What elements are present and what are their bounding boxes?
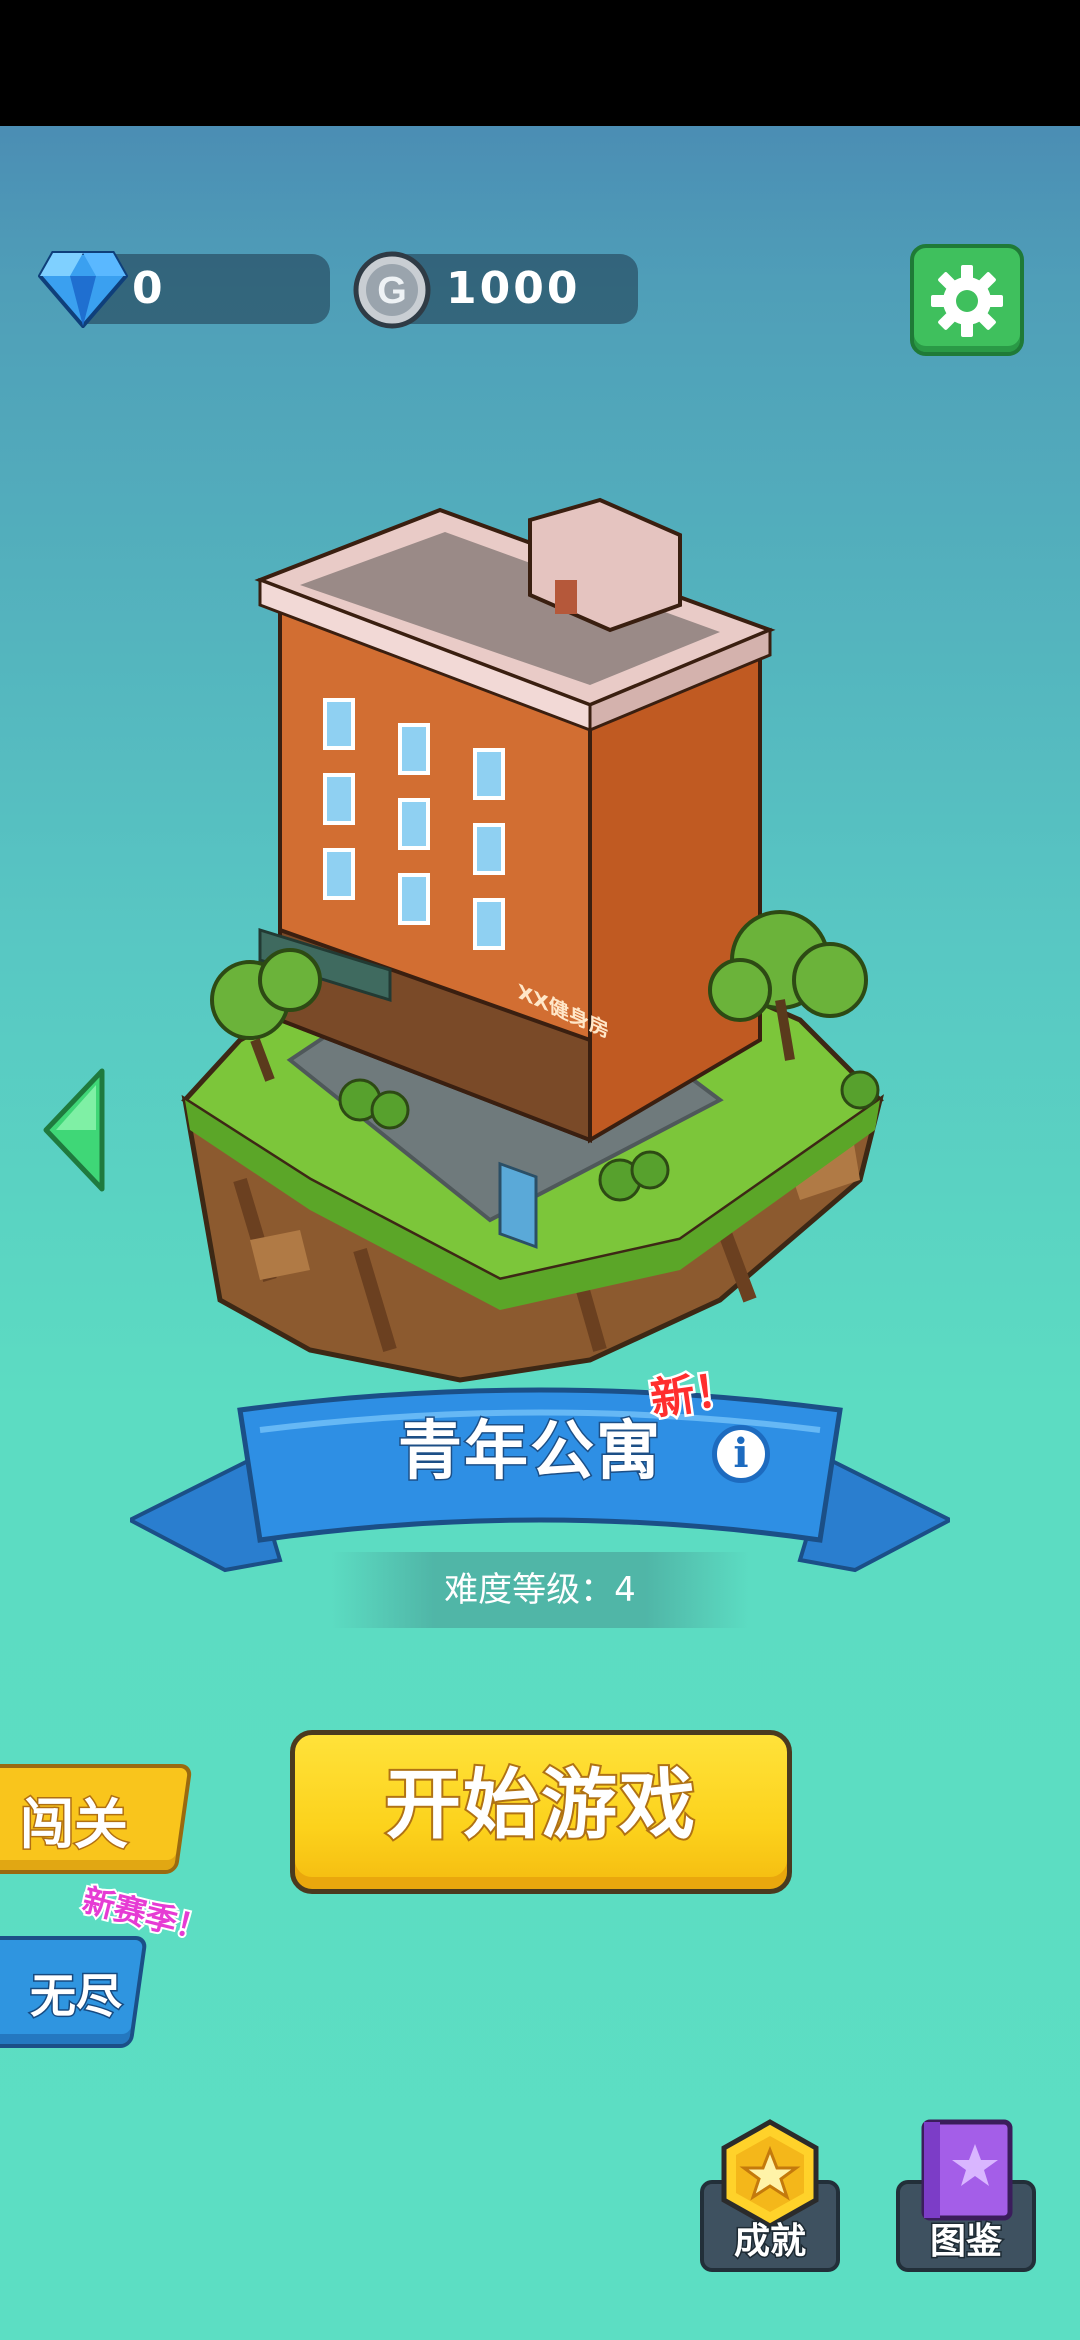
difficulty-label: 难度等级：4 bbox=[444, 1570, 636, 1610]
game-screen: 0 G 1000 XX健身房 新！ 青年公寓 i 难度等级：4 闯关 无尽 新赛… bbox=[0, 0, 1080, 2340]
achievements-label: 成就 bbox=[732, 2220, 807, 2264]
coin-count: 1000 bbox=[446, 263, 581, 314]
diamond-icon bbox=[38, 251, 128, 328]
settings-button[interactable] bbox=[910, 244, 1024, 356]
gear-icon bbox=[931, 265, 1003, 337]
coin-g-icon: G bbox=[353, 251, 431, 329]
svg-text:G: G bbox=[377, 270, 407, 312]
previous-level-arrow-icon[interactable] bbox=[40, 1065, 110, 1195]
status-bar bbox=[0, 0, 1080, 126]
info-icon[interactable]: i bbox=[712, 1425, 770, 1483]
collection-label: 图鉴 bbox=[928, 2220, 1003, 2264]
gem-count: 0 bbox=[132, 263, 166, 314]
start-game-label: 开始游戏 bbox=[383, 1758, 697, 1851]
level-mode-label: 闯关 bbox=[19, 1792, 130, 1858]
book-icon bbox=[921, 2119, 1013, 2221]
level-island-artwork bbox=[181, 497, 885, 1383]
endless-mode-label: 无尽 bbox=[29, 1968, 124, 2025]
level-title: 青年公寓 bbox=[397, 1414, 662, 1491]
